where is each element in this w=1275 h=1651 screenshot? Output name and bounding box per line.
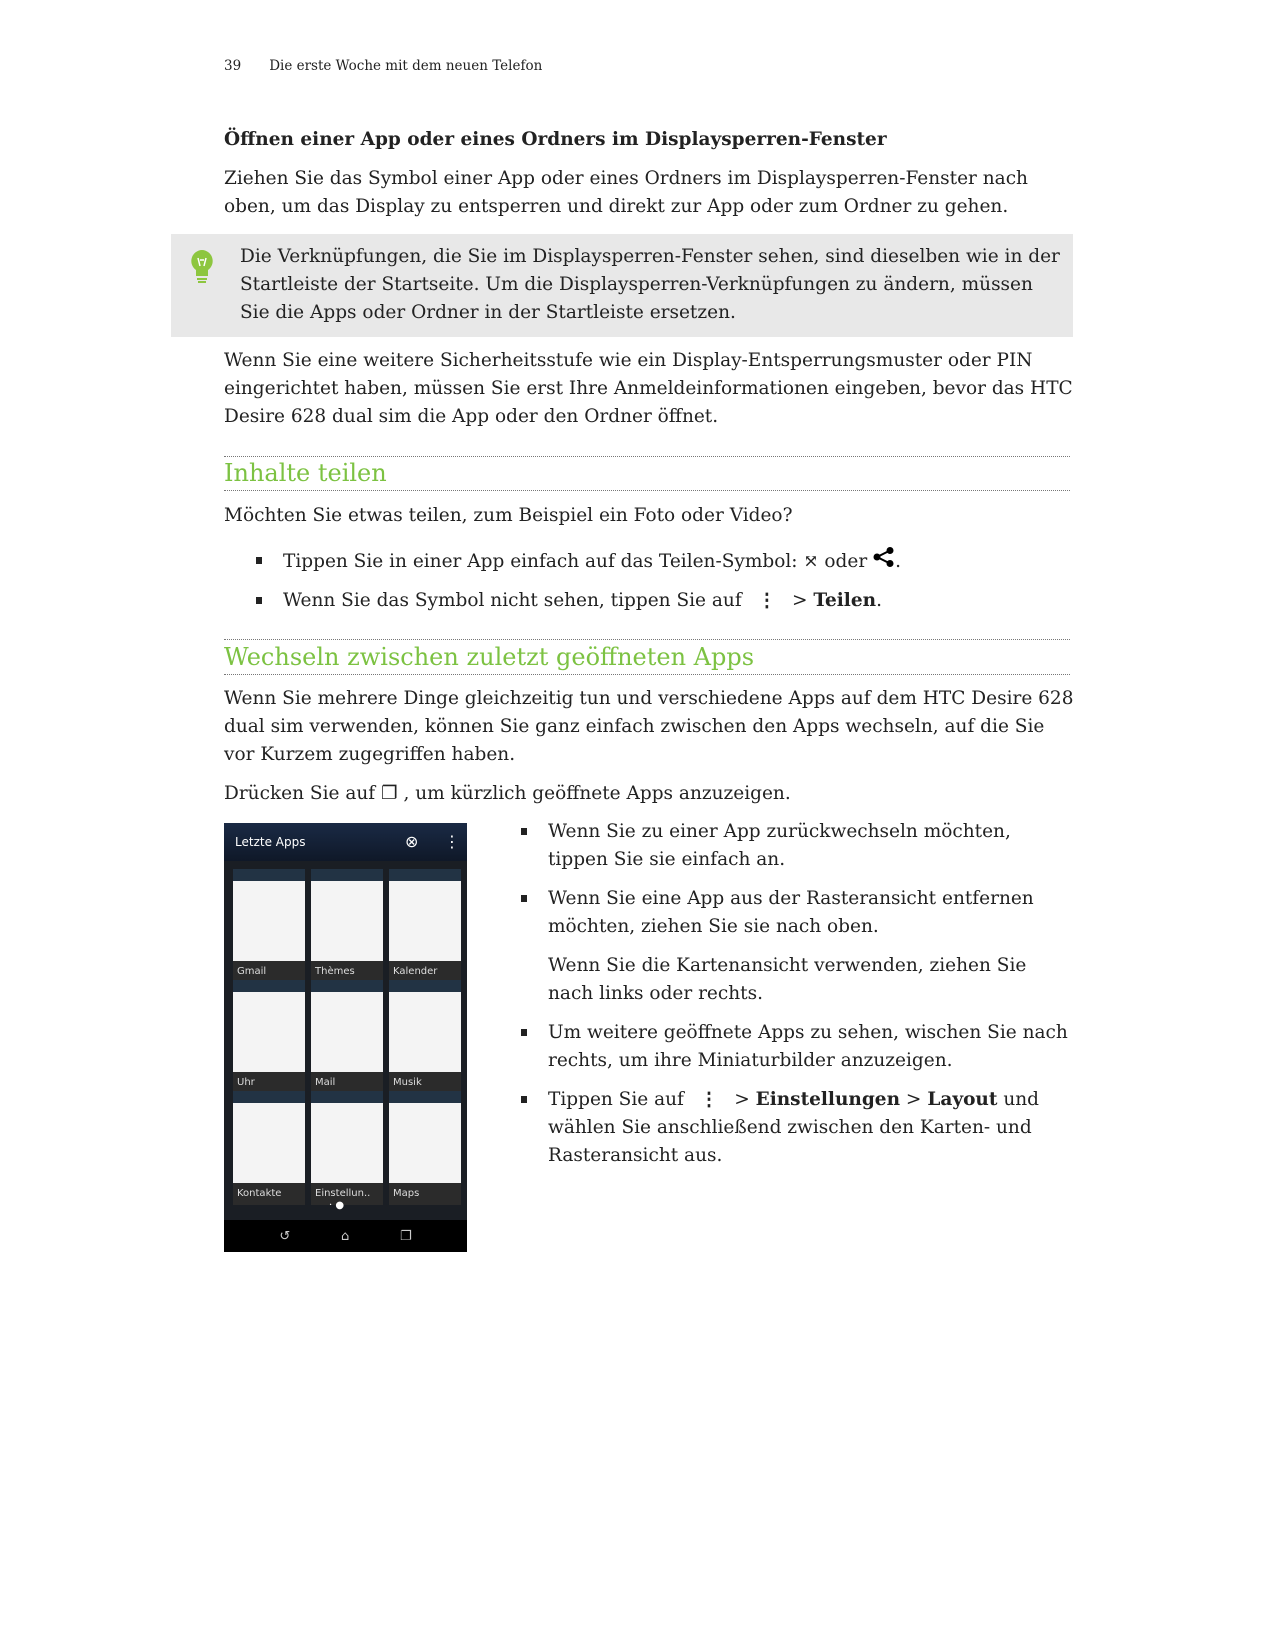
app-card[interactable]: Kontakte (233, 1091, 305, 1205)
app-card[interactable]: Mail (311, 980, 383, 1094)
app-thumbnail (233, 980, 305, 1072)
divider (224, 639, 1070, 640)
home-icon: ⌂ (340, 1228, 350, 1244)
page-header: 39 Die erste Woche mit dem neuen Telefon (224, 58, 570, 74)
app-thumbnail (389, 869, 461, 961)
section-heading: Inhalte teilen (224, 459, 387, 487)
list-item: Um weitere geöffnete Apps zu sehen, wisc… (521, 1019, 1073, 1075)
paragraph: Ziehen Sie das Symbol einer App oder ein… (224, 168, 1028, 217)
paragraph: Möchten Sie etwas teilen, zum Beispiel e… (224, 505, 793, 526)
paragraph: Wenn Sie eine weitere Sicherheitsstufe w… (224, 350, 1073, 427)
close-all-icon: ⊗ (405, 832, 419, 851)
app-card[interactable]: Thèmes (311, 869, 383, 983)
more-vertical-icon: ⋮ (757, 590, 777, 611)
more-vertical-icon: ⋮ (444, 832, 460, 851)
recent-apps-icon: ❐ (381, 783, 398, 804)
lightbulb-icon (191, 250, 213, 283)
section-heading: Wechseln zwischen zuletzt geöffneten App… (224, 643, 755, 671)
list-item: Wenn Sie zu einer App zurückwechseln möc… (521, 818, 1073, 874)
recent-apps-icon: ❐ (399, 1228, 412, 1244)
app-label: Einstellun.. (311, 1183, 383, 1205)
app-card[interactable]: Musik (389, 980, 461, 1094)
app-thumbnail (233, 869, 305, 961)
divider (224, 456, 1070, 457)
list-item: Wenn Sie eine App aus der Rasteransicht … (521, 885, 1073, 941)
app-card[interactable]: Einstellun.. (311, 1091, 383, 1205)
divider (224, 490, 1070, 491)
screen-title: Letzte Apps (235, 835, 306, 849)
app-thumbnail (389, 1091, 461, 1183)
divider (224, 674, 1070, 675)
chapter-title: Die erste Woche mit dem neuen Telefon (269, 58, 543, 74)
app-card[interactable]: Gmail (233, 869, 305, 983)
section-heading: Öffnen einer App oder eines Ordners im D… (224, 129, 887, 150)
page-indicator: · ● (329, 1200, 345, 1211)
tip-text: Die Verknüpfungen, die Sie im Displayspe… (240, 246, 1060, 323)
app-label: Maps (389, 1183, 461, 1205)
page-number: 39 (224, 58, 242, 74)
list-item: Tippen Sie in einer App einfach auf das … (256, 547, 901, 576)
app-card[interactable]: Maps (389, 1091, 461, 1205)
more-vertical-icon: ⋮ (699, 1089, 719, 1110)
app-thumbnail (311, 1091, 383, 1183)
document-page: 39 Die erste Woche mit dem neuen Telefon … (0, 0, 1275, 1651)
back-icon: ↺ (279, 1228, 291, 1244)
app-card[interactable]: Uhr (233, 980, 305, 1094)
app-thumbnail (311, 869, 383, 961)
sub-paragraph: Wenn Sie die Kartenansicht verwenden, zi… (548, 955, 1027, 1004)
app-thumbnail (311, 980, 383, 1072)
list-item: Tippen Sie auf ⋮ > Einstellungen > Layou… (521, 1086, 1073, 1170)
paragraph: Drücken Sie auf ❐ , um kürzlich geöffnet… (224, 783, 791, 804)
app-thumbnail (233, 1091, 305, 1183)
tip-box: Die Verknüpfungen, die Sie im Displayspe… (171, 234, 1073, 337)
share-alt-icon: ⤧ (803, 551, 819, 572)
app-label: Kontakte (233, 1183, 305, 1205)
paragraph: Wenn Sie mehrere Dinge gleichzeitig tun … (224, 688, 1074, 765)
app-card[interactable]: Kalender (389, 869, 461, 983)
recent-apps-screenshot: Letzte Apps ⊗ ⋮ Gmail Thèmes Kalender Uhr Mail… (224, 823, 467, 1252)
list-item: Wenn Sie das Symbol nicht sehen, tippen … (256, 587, 901, 615)
share-icon (873, 547, 894, 567)
app-thumbnail (389, 980, 461, 1072)
